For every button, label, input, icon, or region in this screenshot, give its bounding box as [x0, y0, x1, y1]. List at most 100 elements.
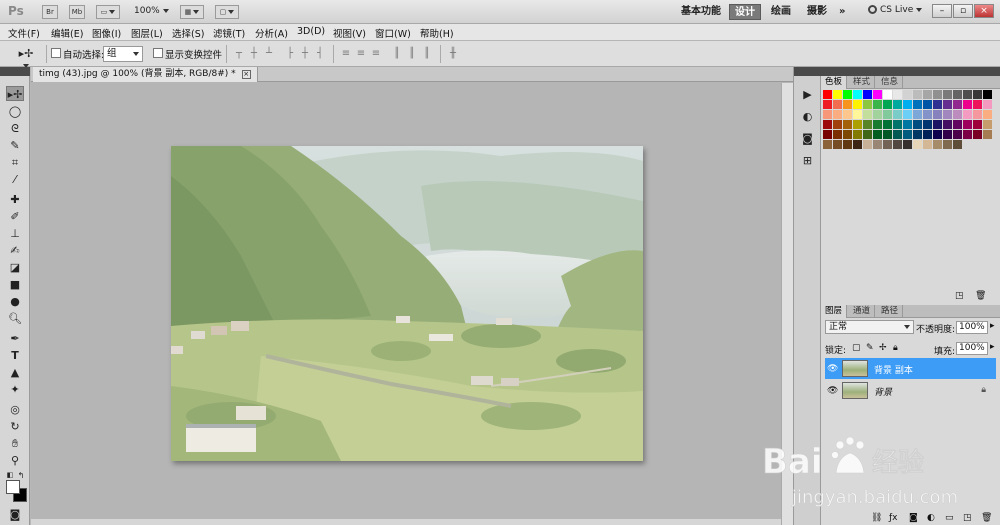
color-swatch[interactable]	[953, 100, 962, 109]
color-swatch[interactable]	[943, 140, 952, 149]
3d-orbit-tool-icon[interactable]: ↻	[6, 419, 24, 434]
lasso-tool-icon[interactable]: ᘓ	[6, 121, 24, 136]
opacity-field[interactable]: 100%	[956, 321, 988, 334]
color-swatch[interactable]	[903, 140, 912, 149]
color-swatch[interactable]	[923, 120, 932, 129]
align-right-icon[interactable]: ┤	[314, 48, 326, 60]
auto-select-dropdown[interactable]: 组	[103, 46, 143, 62]
dodge-tool-icon[interactable]: 🔍︎	[6, 311, 24, 326]
color-swatch[interactable]	[853, 120, 862, 129]
view-extras-button[interactable]: ▭	[96, 5, 120, 19]
color-swatch[interactable]	[843, 130, 852, 139]
move-tool-icon[interactable]: ▸✢	[6, 86, 24, 101]
tab-info[interactable]: 信息	[877, 76, 904, 89]
dock-strip-grip[interactable]	[794, 67, 821, 76]
workspace-photography[interactable]: 摄影	[802, 4, 832, 20]
color-swatch[interactable]	[983, 120, 992, 129]
color-swatch[interactable]	[833, 90, 842, 99]
color-swatch[interactable]	[933, 110, 942, 119]
color-swatch[interactable]	[983, 130, 992, 139]
panels-grip[interactable]	[821, 67, 1000, 76]
color-swatch[interactable]	[873, 90, 882, 99]
auto-select-checkbox[interactable]	[51, 48, 61, 58]
color-swatch[interactable]	[953, 120, 962, 129]
eye-icon[interactable]: 👁︎	[827, 364, 838, 374]
menu-image[interactable]: 图像(I)	[92, 26, 121, 40]
color-swatch[interactable]	[843, 120, 852, 129]
color-swatch[interactable]	[903, 120, 912, 129]
color-swatch[interactable]	[853, 90, 862, 99]
color-swatch[interactable]	[833, 100, 842, 109]
color-swatch[interactable]	[923, 90, 932, 99]
color-swatch[interactable]	[863, 100, 872, 109]
color-swatch[interactable]	[873, 120, 882, 129]
layer-mask-icon[interactable]: ◙	[909, 513, 918, 523]
align-vertical-center-icon[interactable]: ┼	[248, 48, 260, 60]
lock-position-icon[interactable]: ✢	[879, 343, 887, 353]
path-selection-tool-icon[interactable]: ▲	[6, 365, 24, 380]
tab-swatches[interactable]: 色板	[821, 76, 848, 89]
menu-layer[interactable]: 图层(L)	[131, 26, 163, 40]
color-swatch[interactable]	[883, 100, 892, 109]
arrange-documents-button[interactable]: ▦	[180, 5, 204, 19]
color-swatch[interactable]	[843, 100, 852, 109]
delete-swatch-icon[interactable]: 🗑︎	[975, 291, 986, 301]
color-swatch[interactable]	[823, 90, 832, 99]
color-swatch[interactable]	[863, 130, 872, 139]
layer-row-background[interactable]: 👁︎ 背景 🔒︎	[825, 380, 996, 401]
screen-mode-button[interactable]: ▢	[215, 5, 239, 19]
menu-edit[interactable]: 编辑(E)	[51, 26, 83, 40]
color-swatch[interactable]	[833, 120, 842, 129]
color-swatch[interactable]	[893, 90, 902, 99]
color-swatch[interactable]	[873, 140, 882, 149]
color-swatch[interactable]	[853, 140, 862, 149]
quick-mask-icon[interactable]: ◙	[6, 507, 24, 522]
color-swatch[interactable]	[923, 140, 932, 149]
color-swatch[interactable]	[953, 90, 962, 99]
close-button[interactable]: ×	[974, 4, 994, 18]
color-swatch[interactable]	[973, 130, 982, 139]
workspace-essentials[interactable]: 基本功能	[676, 4, 726, 20]
lock-transparency-icon[interactable]: ▢	[852, 343, 861, 353]
image-canvas[interactable]	[171, 146, 643, 461]
color-swatch[interactable]	[983, 90, 992, 99]
color-swatch[interactable]	[933, 90, 942, 99]
color-swatch[interactable]	[883, 130, 892, 139]
color-swatch[interactable]	[943, 130, 952, 139]
color-swatch[interactable]	[943, 120, 952, 129]
horizontal-scrollbar[interactable]	[31, 519, 781, 525]
link-layers-icon[interactable]: ⛓︎	[871, 513, 882, 523]
distribute-horizontal-center-icon[interactable]: ║	[406, 48, 418, 60]
color-swatch[interactable]	[973, 90, 982, 99]
spot-healing-tool-icon[interactable]: ✚	[6, 192, 24, 207]
gradient-tool-icon[interactable]: ■	[6, 277, 24, 292]
color-swatch[interactable]	[853, 130, 862, 139]
cs-live-button[interactable]: CS Live	[868, 5, 923, 15]
menu-window[interactable]: 窗口(W)	[375, 26, 411, 40]
eyedropper-tool-icon[interactable]: ⁄	[6, 172, 24, 187]
color-swatch[interactable]	[853, 100, 862, 109]
color-swatch[interactable]	[943, 90, 952, 99]
lock-all-icon[interactable]: 🔒︎	[893, 343, 898, 353]
color-swatch[interactable]	[873, 100, 882, 109]
color-swatch[interactable]	[823, 130, 832, 139]
color-swatch[interactable]	[913, 140, 922, 149]
color-swatch[interactable]	[823, 100, 832, 109]
color-swatch[interactable]	[913, 120, 922, 129]
zoom-level-dropdown[interactable]: 100%	[134, 6, 169, 16]
color-swatch[interactable]	[943, 110, 952, 119]
color-swatch[interactable]	[933, 130, 942, 139]
color-swatch[interactable]	[963, 90, 972, 99]
lock-pixels-icon[interactable]: ✎	[866, 343, 874, 353]
color-swatch[interactable]	[823, 120, 832, 129]
color-swatch[interactable]	[863, 90, 872, 99]
color-swatch[interactable]	[893, 120, 902, 129]
align-horizontal-center-icon[interactable]: ┼	[299, 48, 311, 60]
menu-3d[interactable]: 3D(D)	[297, 26, 325, 37]
color-swatch[interactable]	[863, 110, 872, 119]
adjustment-layer-icon[interactable]: ◐	[927, 513, 935, 523]
eraser-tool-icon[interactable]: ◪	[6, 260, 24, 275]
color-swatch[interactable]	[953, 140, 962, 149]
restore-button[interactable]: ▫	[953, 4, 973, 18]
color-swatch[interactable]	[933, 100, 942, 109]
